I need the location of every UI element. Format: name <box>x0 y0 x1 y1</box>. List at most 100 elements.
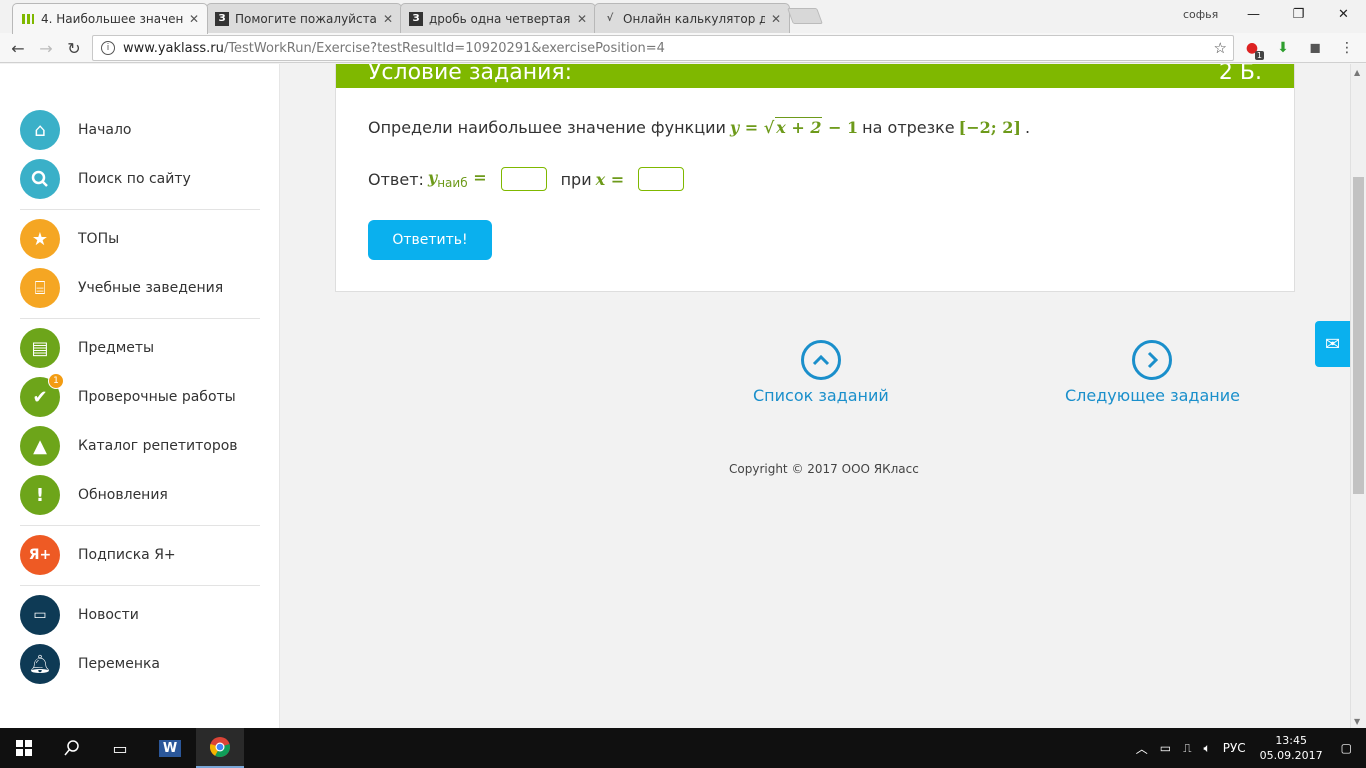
scroll-down-icon[interactable]: ▼ <box>1354 717 1360 726</box>
windows-taskbar: ▭ W ︿ ▭ ⎍ 🔈︎ РУС 13:45 05.09.2017 ▢ <box>0 728 1366 768</box>
chrome-app-icon[interactable] <box>196 728 244 768</box>
page-scrollbar[interactable]: ▲ ▼ <box>1350 64 1366 728</box>
windows-start-icon[interactable] <box>0 728 48 768</box>
system-tray: ︿ ▭ ⎍ 🔈︎ РУС 13:45 05.09.2017 ▢ <box>1130 728 1366 768</box>
tab-title: Онлайн калькулятор др <box>623 11 765 26</box>
star-icon: ★ <box>20 219 60 259</box>
at-label: при <box>560 169 592 189</box>
browser-tab-2[interactable]: З Помогите пожалуйста с ✕ <box>206 3 402 33</box>
url-path: /TestWorkRun/Exercise?testResultId=10920… <box>223 40 665 56</box>
address-bar[interactable]: i www.yaklass.ru /TestWorkRun/Exercise?t… <box>92 35 1234 61</box>
browser-tab-3[interactable]: З дробь одна четвертая м ✕ <box>400 3 596 33</box>
sidebar-item-subjects[interactable]: ▤ Предметы <box>20 328 260 368</box>
clock-date: 05.09.2017 <box>1259 749 1323 762</box>
reload-icon[interactable]: ↻ <box>64 38 84 58</box>
formula-variable: y <box>729 118 740 137</box>
word-app-icon[interactable]: W <box>146 728 194 768</box>
battery-icon[interactable]: ▭ <box>1160 741 1171 755</box>
function-formula: y = √ x + 2 − 1 <box>729 117 859 137</box>
url-host: www.yaklass.ru <box>123 40 224 56</box>
question-period: . <box>1024 117 1031 137</box>
task-points: 2 Б. <box>1218 64 1262 85</box>
sidebar: ⌂ Начало Поиск по сайту ★ ТОПы ⌸ Учебные… <box>0 64 280 728</box>
answer-variable: yнаиб = <box>428 168 487 190</box>
extension-badge: 1 <box>1254 51 1264 60</box>
tray-chevron-icon[interactable]: ︿ <box>1136 740 1148 757</box>
notification-badge: 1 <box>48 373 64 389</box>
yaplus-icon: Я+ <box>20 535 60 575</box>
close-icon[interactable]: ✕ <box>577 12 587 26</box>
sidebar-divider <box>20 318 260 319</box>
sidebar-item-label: Каталог репетиторов <box>78 438 238 454</box>
search-icon <box>20 159 60 199</box>
sidebar-item-tutors[interactable]: ▲ Каталог репетиторов <box>20 426 260 466</box>
input-language[interactable]: РУС <box>1223 741 1246 755</box>
question-prefix: Определи наибольшее значение функции <box>368 117 726 137</box>
home-icon: ⌂ <box>20 110 60 150</box>
bookmark-star-icon[interactable]: ☆ <box>1214 39 1227 57</box>
sidebar-item-break[interactable]: 🔔︎ Переменка <box>20 644 260 684</box>
forward-arrow-icon[interactable]: → <box>36 38 56 58</box>
sidebar-item-news[interactable]: ▭ Новости <box>20 595 260 635</box>
sidebar-item-label: Обновления <box>78 487 168 503</box>
restore-icon[interactable]: ❐ <box>1276 0 1321 28</box>
browser-tab-1[interactable]: 4. Наибольшее значени ✕ <box>12 3 208 34</box>
sidebar-item-home[interactable]: ⌂ Начало <box>20 110 260 150</box>
scrollbar-thumb[interactable] <box>1353 177 1364 494</box>
notifications-icon[interactable]: ▢ <box>1341 741 1352 755</box>
task-list-link[interactable]: Список заданий <box>753 340 889 405</box>
copyright-text: Copyright © 2017 ООО ЯКласс <box>729 462 919 476</box>
download-extension-icon[interactable]: ⬇ <box>1274 39 1292 57</box>
back-arrow-icon[interactable]: ← <box>8 38 28 58</box>
sidebar-item-label: Предметы <box>78 340 155 356</box>
close-icon[interactable]: ✕ <box>383 12 393 26</box>
sidebar-divider <box>20 525 260 526</box>
formula-radicand: x + 2 <box>775 117 823 137</box>
menu-kebab-icon[interactable]: ⋮ <box>1338 39 1356 57</box>
feedback-mail-button[interactable]: ✉ <box>1315 321 1350 367</box>
znanija-icon: З <box>409 11 423 26</box>
sidebar-item-updates[interactable]: ! Обновления <box>20 475 260 515</box>
close-icon[interactable]: ✕ <box>189 12 199 26</box>
sidebar-item-subscription[interactable]: Я+ Подписка Я+ <box>20 535 260 575</box>
max-value-input[interactable] <box>500 167 547 191</box>
opera-extension-icon[interactable]: ● 1 <box>1243 39 1264 60</box>
task-card: Условие задания: 2 Б. Определи наибольше… <box>335 64 1295 292</box>
taskbar-clock[interactable]: 13:45 05.09.2017 <box>1260 733 1323 763</box>
sidebar-item-tests[interactable]: ✔ 1 Проверочные работы <box>20 373 260 417</box>
check-icon: ✔ 1 <box>20 373 64 417</box>
at-equals: = <box>610 169 625 189</box>
close-icon[interactable]: ✕ <box>771 12 781 26</box>
sidebar-item-institutions[interactable]: ⌸ Учебные заведения <box>20 268 260 308</box>
search-icon[interactable] <box>48 728 96 768</box>
sidebar-item-search[interactable]: Поиск по сайту <box>20 159 260 199</box>
volume-icon[interactable]: 🔈︎ <box>1204 741 1211 756</box>
sidebar-divider <box>20 585 260 586</box>
cube-extension-icon[interactable]: ◼ <box>1306 39 1324 57</box>
exclamation-icon: ! <box>20 475 60 515</box>
minimize-icon[interactable]: — <box>1231 0 1276 28</box>
question-mid: на отрезке <box>862 117 955 137</box>
chat-icon: ▭ <box>20 595 60 635</box>
sidebar-item-label: Учебные заведения <box>78 280 224 296</box>
page-viewport: ⌂ Начало Поиск по сайту ★ ТОПы ⌸ Учебные… <box>0 64 1350 728</box>
new-tab-button[interactable] <box>787 8 823 24</box>
browser-tab-4[interactable]: √ Онлайн калькулятор др ✕ <box>594 3 790 33</box>
sidebar-item-tops[interactable]: ★ ТОПы <box>20 219 260 259</box>
answer-label: Ответ: <box>368 169 424 189</box>
x-value-input[interactable] <box>638 167 685 191</box>
znanija-icon: З <box>215 11 229 26</box>
close-window-icon[interactable]: ✕ <box>1321 0 1366 28</box>
browser-profile-name[interactable]: софья <box>1183 8 1218 21</box>
next-task-link[interactable]: Следующее задание <box>1065 340 1240 405</box>
scroll-up-icon[interactable]: ▲ <box>1354 68 1360 77</box>
task-header: Условие задания: 2 Б. <box>336 64 1294 88</box>
question-text: Определи наибольшее значение функции y =… <box>368 117 1030 137</box>
mail-icon: ✉ <box>1324 333 1341 355</box>
network-icon[interactable]: ⎍ <box>1183 741 1191 756</box>
submit-answer-button[interactable]: Ответить! <box>368 220 492 260</box>
task-view-icon[interactable]: ▭ <box>96 728 144 768</box>
info-icon[interactable]: i <box>101 41 115 55</box>
interval: [−2; 2] <box>958 117 1021 137</box>
sidebar-item-label: Подписка Я+ <box>78 547 176 563</box>
